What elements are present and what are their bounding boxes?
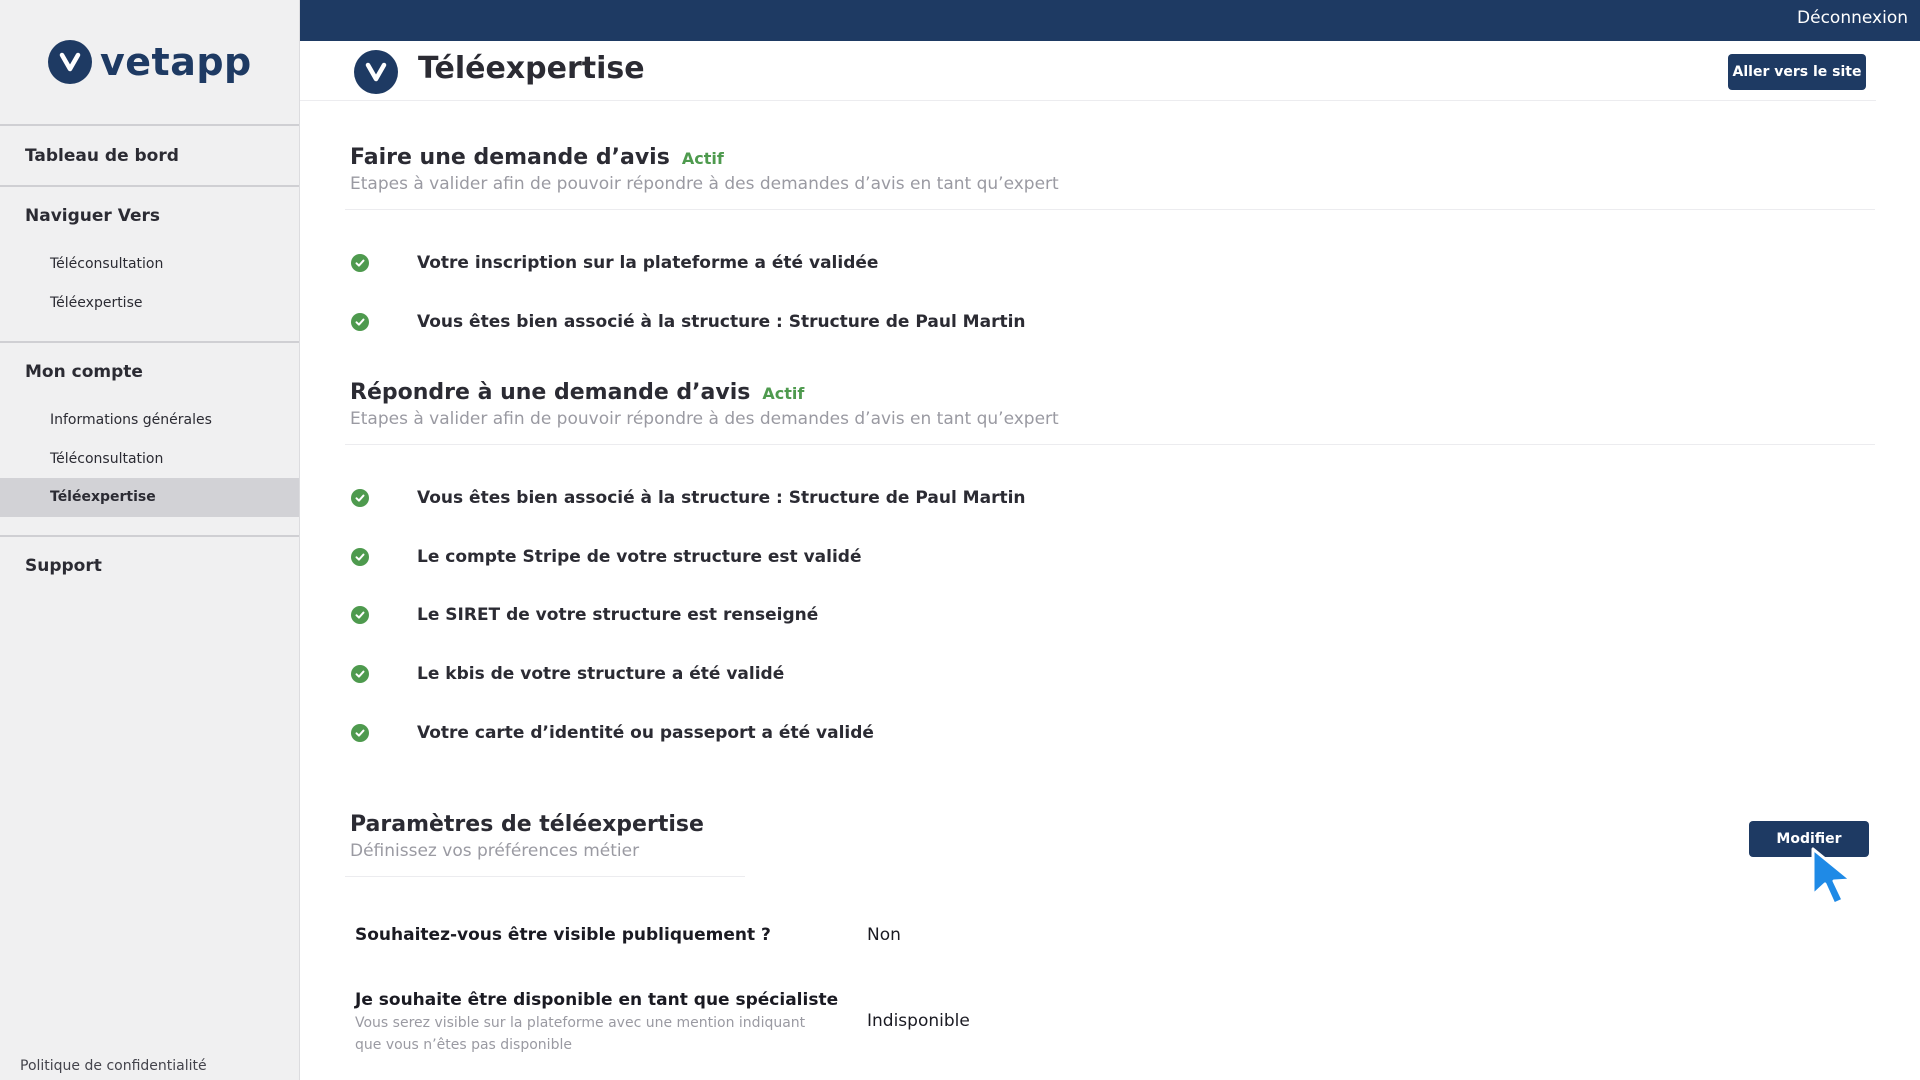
page-title: Téléexpertise: [418, 51, 645, 86]
logo[interactable]: vetapp: [0, 0, 299, 124]
section-subtitle: Définissez vos préférences métier: [350, 841, 640, 861]
list-item: Le SIRET de votre structure est renseign…: [351, 605, 818, 625]
sidebar-item-dashboard[interactable]: Tableau de bord: [0, 126, 299, 185]
section-request-opinion: Faire une demande d’avis Actif Etapes à …: [350, 145, 1059, 194]
sidebar-section-navigate: Naviguer Vers: [25, 206, 160, 226]
step-label: Vous êtes bien associé à la structure : …: [417, 488, 1026, 508]
step-label: Vous êtes bien associé à la structure : …: [417, 312, 1026, 332]
sidebar-item-support[interactable]: Support: [0, 537, 299, 596]
check-circle-icon: [351, 606, 369, 624]
section-title: Paramètres de téléexpertise: [350, 812, 704, 837]
status-badge: Actif: [681, 149, 724, 168]
param-availability-description: Vous serez visible sur la plateforme ave…: [355, 1015, 806, 1053]
check-circle-icon: [351, 254, 369, 272]
sidebar-item-account-teleexpertise[interactable]: Téléexpertise: [0, 478, 299, 517]
param-visibility-value: Non: [867, 925, 901, 945]
check-circle-icon: [351, 665, 369, 683]
check-circle-icon: [351, 489, 369, 507]
section-title: Faire une demande d’avis: [350, 145, 670, 170]
section-subtitle: Etapes à valider afin de pouvoir répondr…: [350, 409, 1059, 429]
mouse-pointer-icon: [1811, 847, 1853, 906]
list-item: Votre carte d’identité ou passeport a ét…: [351, 723, 874, 743]
check-circle-icon: [351, 313, 369, 331]
list-item: Vous êtes bien associé à la structure : …: [351, 312, 1026, 332]
sidebar-item-teleconsultation[interactable]: Téléconsultation: [0, 245, 299, 284]
privacy-policy-link[interactable]: Politique de confidentialité: [20, 1058, 207, 1074]
vetapp-logo-icon: [354, 50, 398, 94]
sidebar: vetapp Tableau de bord Naviguer Vers Tél…: [0, 0, 300, 1080]
step-label: Votre inscription sur la plateforme a ét…: [417, 253, 879, 273]
check-circle-icon: [351, 724, 369, 742]
top-bar: Déconnexion: [300, 0, 1920, 41]
list-item: Le compte Stripe de votre structure est …: [351, 547, 862, 567]
step-label: Le SIRET de votre structure est renseign…: [417, 605, 819, 625]
go-to-site-button[interactable]: Aller vers le site: [1728, 54, 1866, 90]
list-item: Le kbis de votre structure a été validé: [351, 664, 784, 684]
section-subtitle: Etapes à valider afin de pouvoir répondr…: [350, 174, 1059, 194]
sidebar-item-teleexpertise[interactable]: Téléexpertise: [0, 284, 299, 323]
sidebar-item-general-info[interactable]: Informations générales: [0, 401, 299, 440]
section-divider: [345, 876, 745, 877]
sidebar-item-account-teleconsultation[interactable]: Téléconsultation: [0, 440, 299, 479]
sidebar-section-account: Mon compte: [25, 362, 143, 382]
page-header: Téléexpertise Aller vers le site: [300, 41, 1876, 101]
logout-link[interactable]: Déconnexion: [1797, 8, 1908, 28]
param-availability-value: Indisponible: [867, 1011, 970, 1031]
logo-text: vetapp: [100, 40, 252, 84]
status-badge: Actif: [762, 384, 805, 403]
param-availability-label: Je souhaite être disponible en tant que …: [355, 990, 839, 1010]
step-label: Votre carte d’identité ou passeport a ét…: [417, 723, 874, 743]
section-divider: [345, 444, 1875, 445]
check-circle-icon: [351, 548, 369, 566]
step-label: Le compte Stripe de votre structure est …: [417, 547, 862, 567]
section-teleexpertise-params: Paramètres de téléexpertise Définissez v…: [350, 812, 704, 861]
step-label: Le kbis de votre structure a été validé: [417, 664, 785, 684]
section-divider: [345, 209, 1875, 210]
section-answer-opinion: Répondre à une demande d’avis Actif Etap…: [350, 380, 1059, 429]
vetapp-logo-icon: [48, 40, 92, 84]
param-visibility-label: Souhaitez-vous être visible publiquement…: [355, 925, 771, 945]
section-title: Répondre à une demande d’avis: [350, 380, 751, 405]
list-item: Vous êtes bien associé à la structure : …: [351, 488, 1026, 508]
list-item: Votre inscription sur la plateforme a ét…: [351, 253, 878, 273]
